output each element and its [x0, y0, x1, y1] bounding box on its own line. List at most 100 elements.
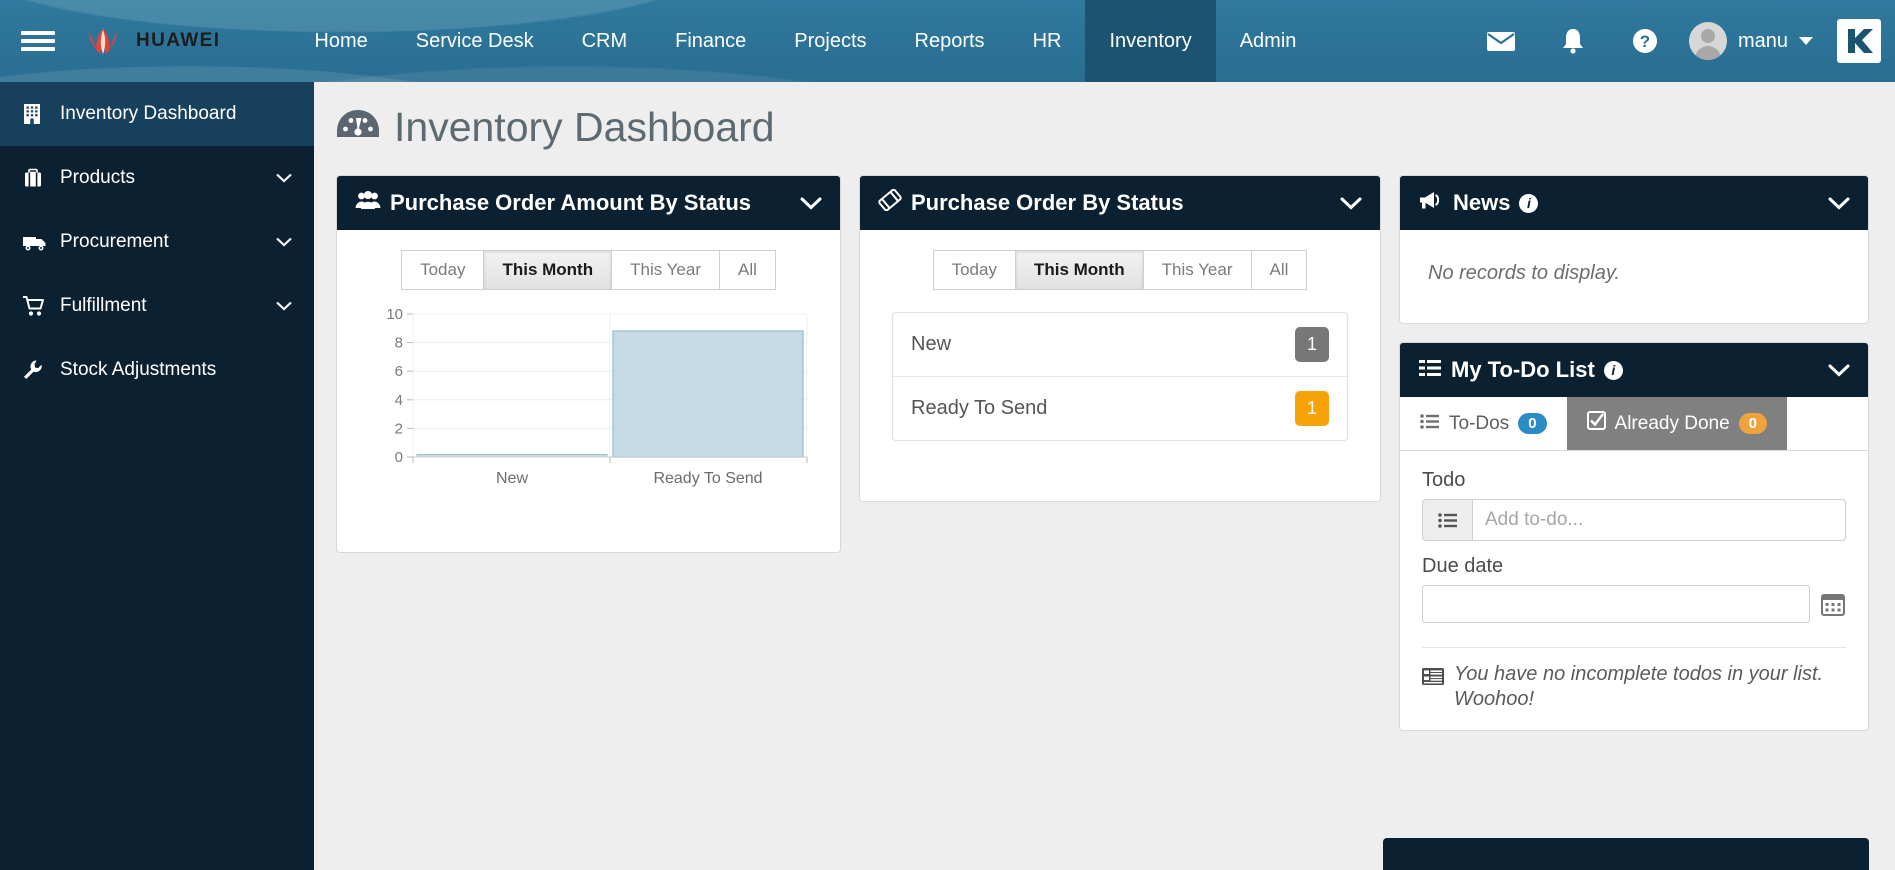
- sidebar-item-label: Products: [60, 167, 135, 188]
- tab-label: Already Done: [1614, 412, 1730, 434]
- app-logo-button[interactable]: [1837, 19, 1881, 63]
- sidebar-item-inventory-dashboard[interactable]: Inventory Dashboard: [0, 82, 314, 146]
- user-menu[interactable]: manu: [1681, 22, 1829, 60]
- todo-tabs: To-Dos 0 Already Done 0: [1400, 397, 1868, 451]
- sidebar-item-label: Inventory Dashboard: [60, 103, 237, 124]
- nav-item-reports[interactable]: Reports: [891, 0, 1009, 82]
- nav-item-service-desk[interactable]: Service Desk: [392, 0, 558, 82]
- widget-body: Today This Month This Year All 10 8 6 4 …: [337, 230, 840, 552]
- range-this-month-button[interactable]: This Month: [1014, 250, 1143, 291]
- list-ul-icon: [1420, 413, 1440, 435]
- widget-title: My To-Do List: [1451, 357, 1595, 382]
- column-middle: Purchase Order By Status Today This Mont…: [859, 175, 1381, 520]
- chevron-down-icon[interactable]: [276, 167, 292, 189]
- due-date-label: Due date: [1422, 555, 1504, 577]
- purchase-order-amount-bar-chart: 10 8 6 4 2 0 New Ready To Send: [355, 300, 822, 530]
- nav-item-hr[interactable]: HR: [1009, 0, 1086, 82]
- status-list: New 1 Ready To Send 1: [892, 312, 1348, 442]
- collapse-chevron-icon[interactable]: [1340, 197, 1362, 210]
- list-item[interactable]: Ready To Send 1: [893, 377, 1347, 440]
- chevron-down-icon[interactable]: [276, 295, 292, 317]
- sidebar-item-label: Stock Adjustments: [60, 359, 217, 380]
- username-label: manu: [1737, 29, 1788, 52]
- check-square-icon: [1586, 411, 1606, 436]
- svg-text:2: 2: [395, 420, 403, 437]
- status-label: New: [911, 333, 952, 356]
- hamburger-icon[interactable]: [0, 0, 76, 82]
- nav-item-projects[interactable]: Projects: [770, 0, 890, 82]
- range-today-button[interactable]: Today: [932, 250, 1015, 291]
- sidebar-item-procurement[interactable]: Procurement: [0, 210, 314, 274]
- widget-bottom-partial: [1383, 838, 1869, 870]
- tab-count-badge: 0: [1518, 413, 1547, 434]
- collapse-chevron-icon[interactable]: [1828, 197, 1850, 210]
- todo-form: Todo Due date: [1400, 451, 1868, 641]
- due-date-row: [1422, 585, 1846, 623]
- list-ul-icon[interactable]: [1422, 499, 1472, 541]
- status-badge: 1: [1295, 327, 1329, 363]
- widget-purchase-order-by-status: Purchase Order By Status Today This Mont…: [859, 175, 1381, 503]
- widget-news: News i No records to display.: [1399, 175, 1869, 324]
- widget-body: Today This Month This Year All New 1 Rea…: [860, 230, 1380, 501]
- nav-item-finance[interactable]: Finance: [651, 0, 770, 82]
- nav-item-admin[interactable]: Admin: [1216, 0, 1321, 82]
- nav-item-crm[interactable]: CRM: [558, 0, 652, 82]
- tab-todos[interactable]: To-Dos 0: [1400, 397, 1567, 450]
- tag-icon: [878, 188, 902, 217]
- column-right: News i No records to display. My To-Do L…: [1383, 175, 1869, 870]
- range-all-button[interactable]: All: [719, 250, 776, 291]
- todo-input[interactable]: [1472, 499, 1846, 541]
- nav-item-home[interactable]: Home: [290, 0, 391, 82]
- news-empty-message: No records to display.: [1428, 262, 1620, 284]
- avatar: [1688, 22, 1727, 60]
- widget-purchase-order-amount-by-status: Purchase Order Amount By Status Today Th…: [336, 175, 841, 554]
- widget-header: My To-Do List i: [1400, 343, 1868, 397]
- nav-item-inventory[interactable]: Inventory: [1085, 0, 1216, 82]
- chevron-down-icon[interactable]: [276, 231, 292, 253]
- info-icon[interactable]: i: [1603, 360, 1623, 380]
- list-icon: [1418, 357, 1442, 383]
- svg-text:4: 4: [395, 392, 403, 409]
- brand-text: HUAWEI: [136, 30, 221, 51]
- wrench-icon: [22, 359, 60, 381]
- widget-header: News i: [1400, 176, 1868, 230]
- time-range-selector: Today This Month This Year All: [878, 250, 1362, 291]
- range-this-year-button[interactable]: This Year: [1142, 250, 1251, 291]
- chevron-down-icon: [1799, 37, 1813, 45]
- question-circle-icon[interactable]: ?: [1609, 27, 1681, 55]
- time-range-selector: Today This Month This Year All: [355, 250, 822, 291]
- header-actions: ? manu: [1465, 0, 1895, 82]
- tab-already-done[interactable]: Already Done 0: [1566, 397, 1787, 450]
- svg-text:Ready To Send: Ready To Send: [653, 470, 762, 487]
- k-logo-icon: [1848, 29, 1873, 53]
- svg-text:6: 6: [395, 363, 403, 380]
- range-all-button[interactable]: All: [1250, 250, 1308, 291]
- todo-empty-text: You have no incomplete todos in your lis…: [1454, 663, 1824, 711]
- due-date-input[interactable]: [1422, 585, 1810, 623]
- range-today-button[interactable]: Today: [401, 250, 484, 291]
- envelope-icon[interactable]: [1465, 29, 1537, 53]
- collapse-chevron-icon[interactable]: [800, 197, 822, 210]
- sidebar-item-stock-adjustments[interactable]: Stock Adjustments: [0, 338, 314, 402]
- main-content: Inventory Dashboard Purchase Order Amoun…: [314, 82, 1895, 870]
- bullhorn-icon: [1418, 190, 1444, 216]
- collapse-chevron-icon[interactable]: [1828, 364, 1850, 377]
- sidebar-item-products[interactable]: Products: [0, 146, 314, 210]
- svg-text:10: 10: [386, 306, 403, 323]
- calendar-icon[interactable]: [1820, 591, 1846, 617]
- bell-icon[interactable]: [1537, 27, 1609, 55]
- list-item[interactable]: New 1: [893, 313, 1347, 378]
- status-label: Ready To Send: [911, 397, 1048, 420]
- users-icon: [355, 190, 381, 216]
- range-this-year-button[interactable]: This Year: [611, 250, 719, 291]
- widget-title: Purchase Order Amount By Status: [390, 190, 752, 215]
- widget-title: Purchase Order By Status: [911, 190, 1184, 215]
- status-badge: 1: [1295, 391, 1329, 427]
- range-this-month-button[interactable]: This Month: [483, 250, 612, 291]
- briefcase-icon: [22, 168, 60, 188]
- todo-field-label: Todo: [1422, 469, 1466, 491]
- sidebar-item-fulfillment[interactable]: Fulfillment: [0, 274, 314, 338]
- svg-text:8: 8: [395, 335, 403, 352]
- info-icon[interactable]: i: [1519, 193, 1539, 213]
- page-title: Inventory Dashboard: [336, 104, 1869, 151]
